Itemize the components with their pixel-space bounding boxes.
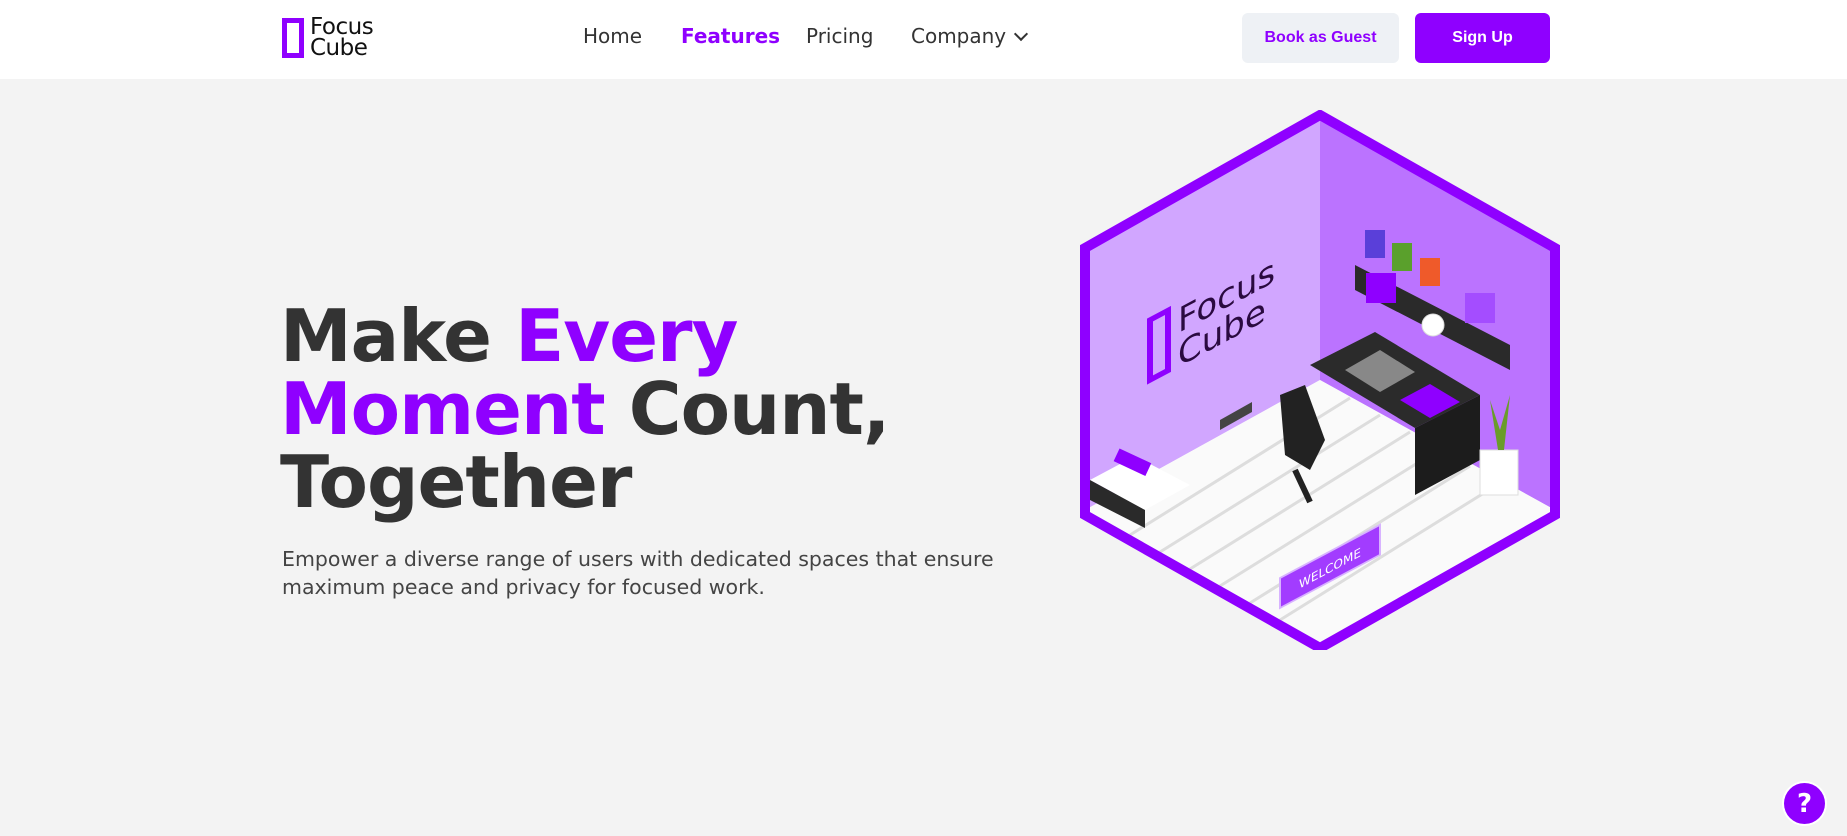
- hero-title-part-1: Make: [280, 294, 516, 378]
- brand-wordmark: Focus Cube: [310, 16, 374, 61]
- brand-line-2: Cube: [310, 35, 368, 61]
- brand-logo[interactable]: Focus Cube: [282, 16, 374, 61]
- picture-frame-orange: [1420, 258, 1440, 286]
- plant-pot: [1479, 449, 1519, 496]
- sign-up-button[interactable]: Sign Up: [1415, 13, 1550, 63]
- wall-clock: [1421, 313, 1445, 337]
- hero-title: Make Every Moment Count, Together: [280, 300, 920, 519]
- logo-mark-icon: [282, 18, 304, 58]
- nav-home[interactable]: Home: [583, 24, 642, 48]
- hero-subtitle: Empower a diverse range of users with de…: [282, 547, 994, 599]
- nav-company-label: Company: [911, 24, 1007, 48]
- isometric-room-illustration: Focus Cube WELCOME: [1080, 110, 1560, 650]
- help-button[interactable]: ?: [1784, 783, 1825, 824]
- picture-frame-blue: [1365, 230, 1385, 258]
- shelf-books-left: [1366, 273, 1396, 303]
- chevron-down-icon: [1014, 26, 1029, 42]
- top-nav-bar: Focus Cube Home Features Pricing Company…: [0, 0, 1847, 79]
- nav-company[interactable]: Company: [911, 24, 1029, 48]
- picture-frame-green: [1392, 243, 1412, 271]
- shelf-books-right: [1465, 293, 1495, 323]
- book-as-guest-button[interactable]: Book as Guest: [1242, 13, 1399, 63]
- nav-pricing[interactable]: Pricing: [806, 24, 873, 48]
- nav-features[interactable]: Features: [681, 24, 780, 48]
